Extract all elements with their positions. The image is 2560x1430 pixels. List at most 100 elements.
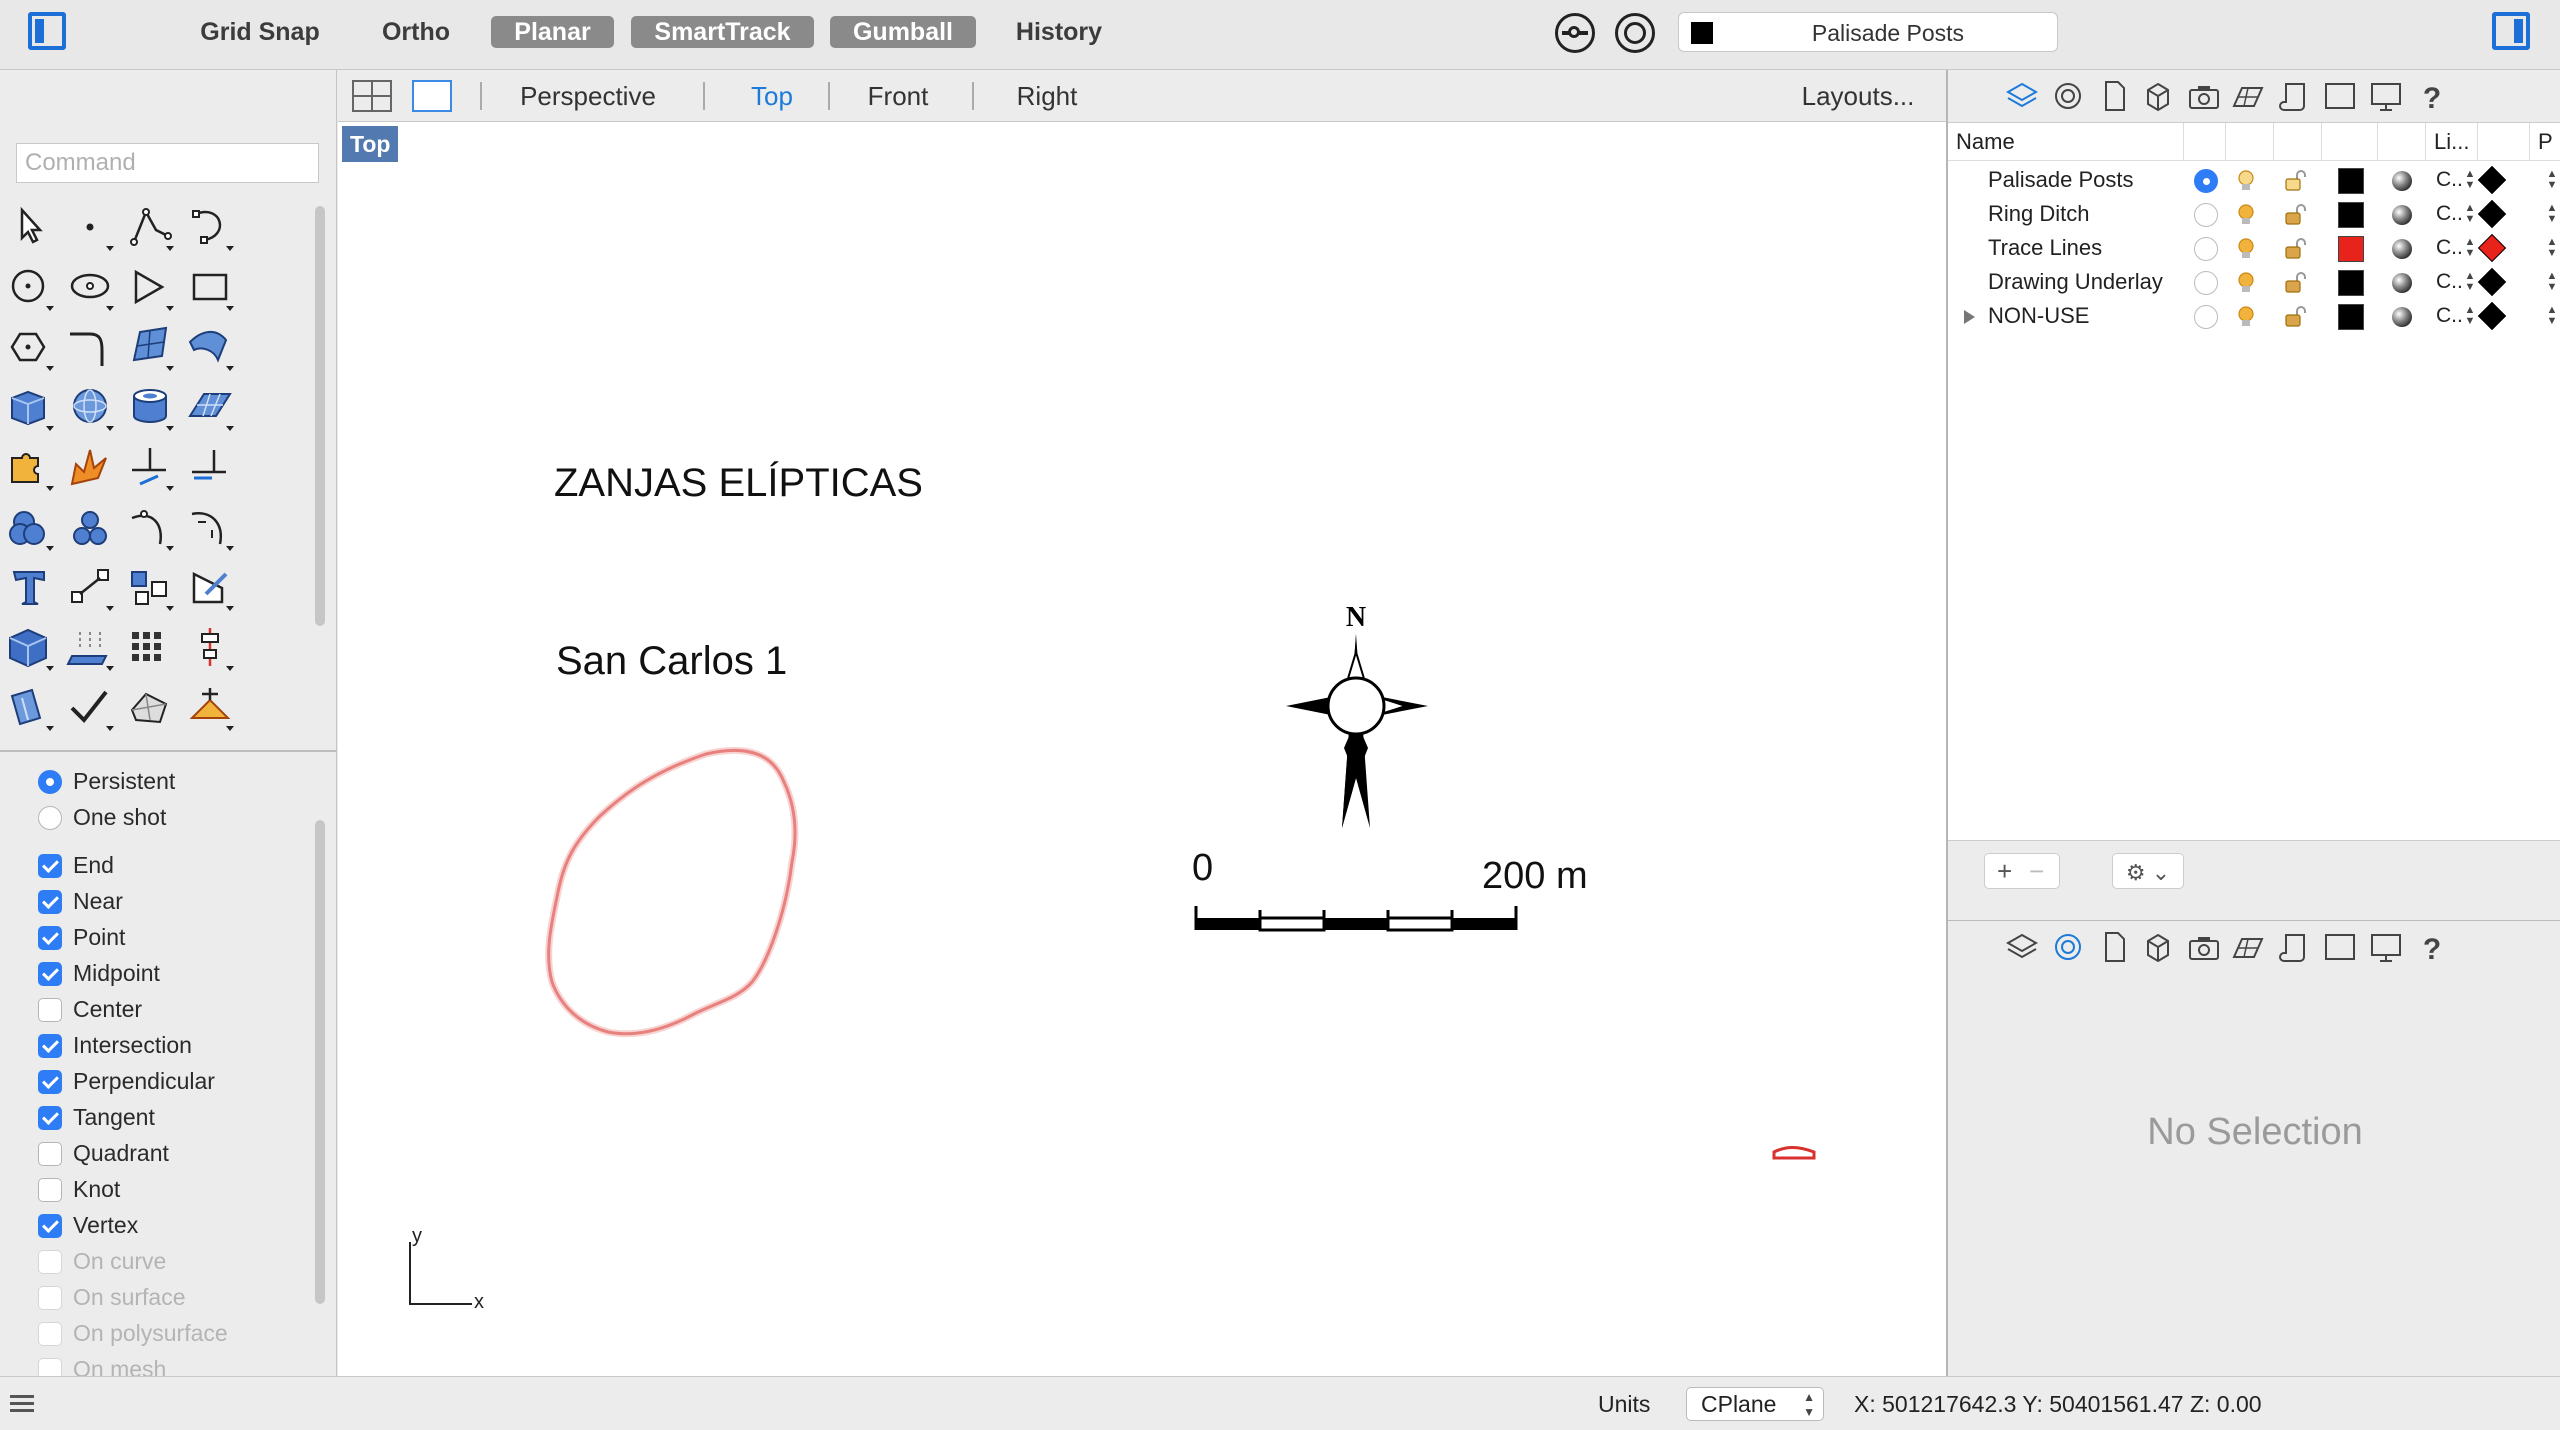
checkbox[interactable] [38, 1286, 62, 1310]
curve-from-objects-icon[interactable] [182, 500, 238, 554]
properties-icon[interactable] [2048, 929, 2088, 965]
toggle-left-sidebar-icon[interactable] [28, 12, 66, 50]
layer-row[interactable]: Ring Ditch C.. ▲ ▼ ▲ ▼ [1948, 197, 2560, 231]
select-arrow-icon[interactable] [2, 200, 58, 254]
block-solid-icon[interactable] [2, 620, 58, 674]
layers-col-lock[interactable] [2274, 123, 2322, 161]
print-color-diamond-icon[interactable] [2477, 301, 2507, 331]
material-sphere-icon[interactable] [2392, 273, 2412, 293]
lightbulb-icon[interactable] [2236, 271, 2256, 295]
analyze-icon[interactable] [2, 680, 58, 734]
current-layer-radio[interactable] [2194, 237, 2218, 261]
layer-color-swatch[interactable] [2338, 236, 2364, 262]
command-history-icon[interactable] [10, 1393, 34, 1413]
cplane-select[interactable]: CPlane ▲ ▼ [1686, 1387, 1824, 1421]
layer-row[interactable]: Trace Lines C.. ▲ ▼ ▲ ▼ [1948, 231, 2560, 265]
lightbulb-icon[interactable] [2236, 237, 2256, 261]
align-icon[interactable] [182, 620, 238, 674]
polygon-icon[interactable] [2, 320, 58, 374]
loft-icon[interactable] [182, 320, 238, 374]
camera-icon[interactable] [2184, 929, 2224, 965]
current-layer-dropdown[interactable]: Palisade Posts [1678, 12, 2058, 52]
array-blocks-icon[interactable] [122, 560, 178, 614]
layers-col-current[interactable] [2184, 123, 2226, 161]
current-layer-radio[interactable] [2194, 169, 2218, 193]
current-layer-radio[interactable] [2194, 271, 2218, 295]
properties-icon[interactable] [2048, 78, 2088, 114]
grid-snap-toggle[interactable]: Grid Snap [190, 16, 330, 48]
layers-col-visible[interactable] [2226, 123, 2274, 161]
layers-icon[interactable] [2002, 929, 2042, 965]
checkbox[interactable] [38, 998, 62, 1022]
layer-color-swatch[interactable] [2338, 304, 2364, 330]
linetype-value[interactable]: C.. [2436, 163, 2463, 197]
checkbox[interactable] [38, 1106, 62, 1130]
display-icon[interactable] [2366, 929, 2406, 965]
point-icon[interactable] [62, 200, 118, 254]
top-viewport[interactable]: Top ZANJAS ELÍPTICAS San Carlos 1 N 0 20… [338, 122, 1946, 1376]
material-sphere-icon[interactable] [2392, 205, 2412, 225]
text-icon[interactable] [2, 560, 58, 614]
radio-button[interactable] [38, 806, 62, 830]
notes-icon[interactable] [2274, 929, 2314, 965]
polyline-icon[interactable] [122, 200, 178, 254]
tool-palette-scrollbar[interactable] [315, 206, 325, 626]
layer-name[interactable]: NON-USE [1988, 299, 2089, 333]
layer-row[interactable]: Palisade Posts C.. ▲ ▼ ▲ ▼ [1948, 163, 2560, 197]
gumball-toggle[interactable]: Gumball [830, 16, 976, 48]
single-viewport-icon[interactable] [412, 80, 452, 112]
render-grid-icon[interactable] [2228, 78, 2268, 114]
cylinder-icon[interactable] [122, 380, 178, 434]
radio-button[interactable] [38, 770, 62, 794]
help-icon[interactable]: ? [2412, 78, 2452, 115]
box-view-icon[interactable] [2138, 929, 2178, 965]
trace-line-fragment[interactable] [1772, 1146, 1816, 1160]
osnap-scrollbar[interactable] [315, 820, 325, 1304]
display-icon[interactable] [2366, 78, 2406, 114]
help-icon[interactable]: ? [2412, 929, 2452, 966]
checkbox[interactable] [38, 1322, 62, 1346]
box-solid-icon[interactable] [2, 380, 58, 434]
toggle-right-sidebar-icon[interactable] [2492, 12, 2530, 50]
surface-icon[interactable] [122, 320, 178, 374]
planar-toggle[interactable]: Planar [491, 16, 614, 48]
tab-right[interactable]: Right [992, 70, 1102, 122]
split-icon[interactable] [182, 440, 238, 494]
checkbox[interactable] [38, 854, 62, 878]
rectangle-icon[interactable] [182, 260, 238, 314]
box-view-icon[interactable] [2138, 78, 2178, 114]
material-sphere-icon[interactable] [2392, 239, 2412, 259]
print-color-diamond-icon[interactable] [2477, 199, 2507, 229]
window-icon[interactable] [2320, 78, 2360, 114]
grid-array-icon[interactable] [122, 620, 178, 674]
layer-row[interactable]: NON-USE C.. ▲ ▼ ▲ ▼ [1948, 299, 2560, 333]
ring-ditch-curve[interactable] [547, 748, 797, 1036]
explode-icon[interactable] [62, 440, 118, 494]
tab-top[interactable]: Top [722, 70, 822, 122]
boolean-split-icon[interactable] [62, 500, 118, 554]
checkbox[interactable] [38, 1250, 62, 1274]
add-layer-button[interactable]: + − [1984, 853, 2060, 889]
layer-name[interactable]: Ring Ditch [1988, 197, 2089, 231]
layers-col-color[interactable] [2322, 123, 2378, 161]
unlock-icon[interactable] [2283, 305, 2307, 329]
layer-name[interactable]: Trace Lines [1988, 231, 2102, 265]
layers-col-material[interactable] [2378, 123, 2426, 161]
linetype-value[interactable]: C.. [2436, 299, 2463, 333]
sphere-icon[interactable] [62, 380, 118, 434]
project-down-icon[interactable] [62, 620, 118, 674]
circle-icon[interactable] [2, 260, 58, 314]
unlock-icon[interactable] [2283, 271, 2307, 295]
linetype-value[interactable]: C.. [2436, 265, 2463, 299]
layers-col-linetype[interactable]: Li... [2426, 123, 2478, 161]
print-color-diamond-icon[interactable] [2477, 267, 2507, 297]
render-mesh-icon[interactable] [122, 680, 178, 734]
layer-color-swatch[interactable] [2338, 202, 2364, 228]
material-sphere-icon[interactable] [2392, 171, 2412, 191]
fillet-icon[interactable] [62, 320, 118, 374]
material-sphere-icon[interactable] [2392, 307, 2412, 327]
layer-name[interactable]: Palisade Posts [1988, 163, 2134, 197]
layer-options-button[interactable]: ⚙︎ ⌄ [2112, 853, 2184, 889]
ellipse-icon[interactable] [62, 260, 118, 314]
window-icon[interactable] [2320, 929, 2360, 965]
